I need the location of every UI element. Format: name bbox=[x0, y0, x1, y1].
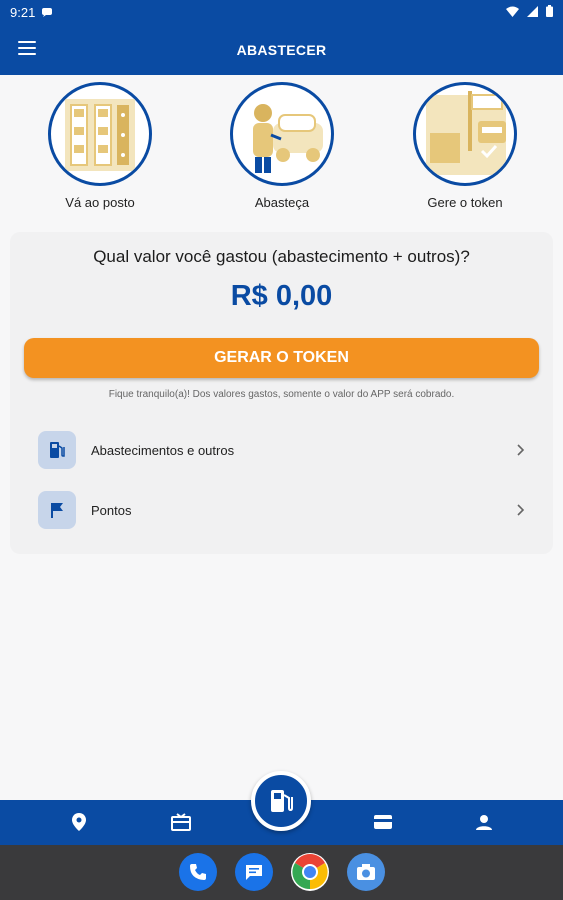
signal-icon bbox=[527, 5, 538, 20]
status-bar: 9:21 bbox=[0, 0, 563, 24]
page-title: ABASTECER bbox=[236, 41, 327, 58]
menu-item-label: Pontos bbox=[91, 502, 132, 518]
fuel-pump-icon[interactable] bbox=[251, 771, 311, 831]
amount-card: Qual valor você gastou (abastecimento + … bbox=[10, 232, 553, 554]
profile-icon[interactable] bbox=[472, 810, 496, 834]
amount-question: Qual valor você gastou (abastecimento + … bbox=[93, 247, 470, 266]
wifi-icon bbox=[506, 5, 519, 20]
step-label: Abasteça bbox=[254, 195, 310, 210]
wallet-icon[interactable] bbox=[371, 810, 395, 834]
flag-icon bbox=[38, 491, 76, 529]
gift-card-icon[interactable] bbox=[169, 810, 193, 834]
fuel-pump-icon bbox=[38, 431, 76, 469]
notification-icon bbox=[41, 5, 53, 20]
app-bar: ABASTECER bbox=[0, 24, 563, 75]
menu-item-points[interactable]: Pontos bbox=[38, 490, 528, 530]
refueling-illustration bbox=[230, 82, 334, 186]
chevron-right-icon bbox=[514, 443, 528, 457]
menu-item-fueling[interactable]: Abastecimentos e outros bbox=[38, 430, 528, 470]
generate-token-button[interactable]: GERAR O TOKEN bbox=[24, 338, 539, 378]
chevron-right-icon bbox=[514, 503, 528, 517]
step-generate-token: Gere o token bbox=[395, 82, 535, 210]
phone-icon[interactable] bbox=[179, 853, 217, 891]
step-go-to-station: Vá ao posto bbox=[30, 82, 170, 210]
info-note: Fique tranquilo(a)! Dos valores gastos, … bbox=[108, 389, 455, 400]
step-refuel: Abasteça bbox=[212, 82, 352, 210]
system-dock bbox=[0, 845, 563, 900]
location-pin-icon[interactable] bbox=[67, 810, 91, 834]
step-label: Vá ao posto bbox=[65, 195, 135, 210]
token-illustration bbox=[413, 82, 517, 186]
amount-value[interactable]: R$ 0,00 bbox=[10, 280, 553, 313]
hamburger-icon[interactable] bbox=[18, 41, 36, 55]
steps-row: Vá ao posto Abasteça Gere o token bbox=[0, 82, 563, 217]
step-label: Gere o token bbox=[427, 195, 503, 210]
menu-item-label: Abastecimentos e outros bbox=[91, 442, 235, 458]
chrome-icon[interactable] bbox=[291, 853, 329, 891]
gas-station-illustration bbox=[48, 82, 152, 186]
battery-icon bbox=[546, 4, 553, 20]
messages-icon[interactable] bbox=[235, 853, 273, 891]
camera-icon[interactable] bbox=[347, 853, 385, 891]
clock: 9:21 bbox=[10, 4, 36, 20]
